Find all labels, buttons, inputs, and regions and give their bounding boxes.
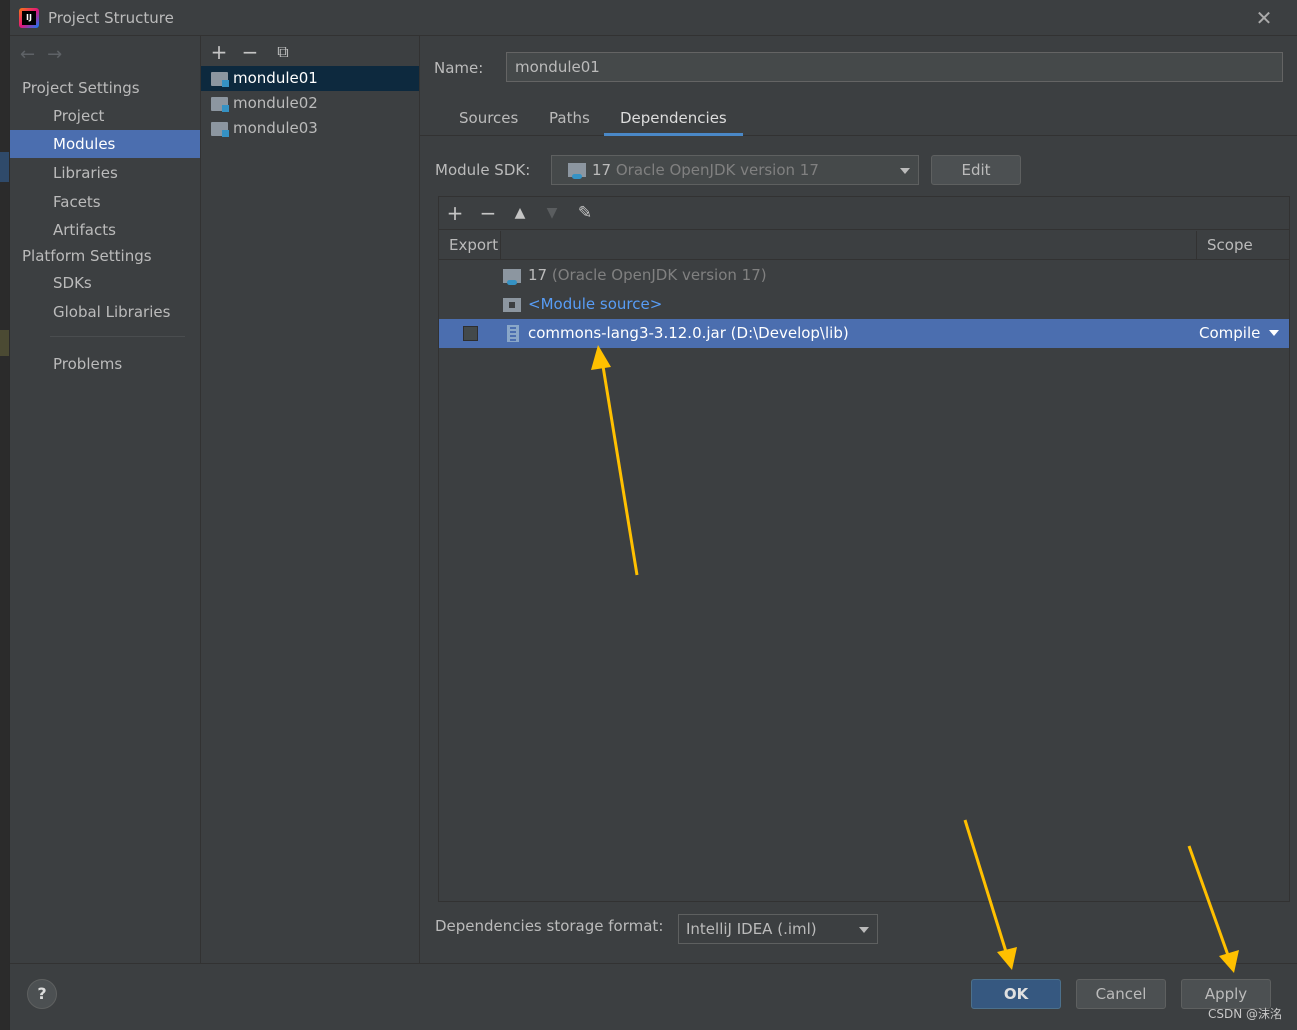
add-dependency-icon[interactable]: +	[443, 201, 467, 225]
module-name-input[interactable]	[506, 52, 1283, 82]
sidebar-divider	[50, 336, 185, 337]
sdk-version: 17	[592, 161, 612, 179]
sidebar-item-problems[interactable]: Problems	[10, 350, 200, 378]
module-source-label: <Module source>	[528, 295, 663, 313]
chevron-down-icon[interactable]	[1269, 330, 1279, 336]
jdk-folder-icon	[568, 163, 586, 179]
jar-library-icon	[507, 325, 519, 342]
dependencies-table: + − ▲ ▼ ✎ Export Scope 17 (Oracle OpenJD…	[438, 196, 1290, 902]
source-folder-icon	[503, 298, 521, 312]
storage-format-value: IntelliJ IDEA (.iml)	[686, 920, 817, 938]
nav-history: ← →	[20, 44, 74, 65]
dialog-button-bar: ? OK Cancel Apply CSDN @沫洺	[10, 963, 1297, 1030]
project-structure-dialog: Project Structure ✕ ←→ Project Settings …	[9, 0, 1297, 1030]
tab-dependencies[interactable]: Dependencies	[604, 100, 743, 136]
move-down-icon: ▼	[546, 205, 558, 221]
module-folder-icon	[211, 122, 229, 137]
storage-format-select[interactable]: IntelliJ IDEA (.iml)	[678, 914, 878, 944]
sidebar-item-sdks[interactable]: SDKs	[10, 269, 200, 297]
sidebar-item-global-libraries[interactable]: Global Libraries	[10, 298, 200, 326]
background-ide-strip	[0, 0, 9, 1030]
close-icon[interactable]: ✕	[1252, 6, 1276, 30]
module-list-panel: + − ⧉ mondule01 mondule02 mondule03	[201, 36, 420, 963]
export-checkbox[interactable]	[463, 326, 478, 341]
module-label: mondule03	[233, 119, 318, 137]
move-up-icon[interactable]: ▲	[508, 201, 532, 225]
dependencies-header: Export Scope	[439, 231, 1289, 260]
remove-dependency-icon[interactable]: −	[476, 201, 500, 225]
storage-format-label: Dependencies storage format:	[435, 917, 664, 935]
jdk-folder-icon	[503, 269, 521, 285]
table-row[interactable]: <Module source>	[439, 290, 1289, 319]
edit-pencil-icon[interactable]: ✎	[573, 201, 597, 225]
module-label: mondule01	[233, 69, 318, 87]
tab-paths[interactable]: Paths	[533, 100, 606, 136]
scope-value[interactable]: Compile	[1199, 319, 1260, 348]
sdk-name: Oracle OpenJDK version 17	[615, 161, 819, 179]
settings-sidebar: ← → Project Settings Project Modules Libr…	[10, 36, 201, 963]
scope-column-header[interactable]: Scope	[1197, 231, 1253, 260]
module-tabs: Sources Paths Dependencies	[420, 100, 1297, 136]
module-item-mondule03[interactable]: mondule03	[201, 116, 419, 141]
sidebar-item-facets[interactable]: Facets	[10, 188, 200, 216]
module-sdk-label: Module SDK:	[435, 161, 531, 179]
background-highlight	[0, 330, 9, 356]
module-label: mondule02	[233, 94, 318, 112]
project-settings-header: Project Settings	[22, 79, 140, 97]
module-detail-panel: Name: Sources Paths Dependencies Module …	[420, 36, 1297, 963]
sidebar-item-project[interactable]: Project	[10, 102, 200, 130]
chevron-down-icon	[859, 927, 869, 933]
export-column-header[interactable]: Export	[439, 231, 498, 260]
back-arrow-icon[interactable]: ←	[20, 44, 35, 65]
module-item-mondule02[interactable]: mondule02	[201, 91, 419, 116]
dependency-name: commons-lang3-3.12.0.jar (D:\Develop\lib…	[528, 324, 849, 342]
edit-sdk-button[interactable]: Edit	[931, 155, 1021, 185]
name-label: Name:	[434, 59, 484, 77]
dependency-name: 17 (Oracle OpenJDK version 17)	[528, 266, 767, 284]
help-icon[interactable]: ?	[27, 979, 57, 1009]
cancel-button[interactable]: Cancel	[1076, 979, 1166, 1009]
chevron-down-icon	[900, 168, 910, 174]
table-row[interactable]: 17 (Oracle OpenJDK version 17)	[439, 261, 1289, 290]
ok-button[interactable]: OK	[971, 979, 1061, 1009]
sidebar-item-libraries[interactable]: Libraries	[10, 159, 200, 187]
module-sdk-select[interactable]: 17 Oracle OpenJDK version 17	[551, 155, 919, 185]
module-folder-icon	[211, 72, 229, 87]
dependencies-toolbar: + − ▲ ▼ ✎	[439, 197, 1289, 230]
forward-arrow-icon[interactable]: →	[47, 44, 62, 65]
column-divider	[500, 231, 501, 260]
remove-icon[interactable]: −	[238, 40, 262, 64]
sidebar-item-modules[interactable]: Modules	[10, 130, 200, 158]
tab-sources[interactable]: Sources	[443, 100, 534, 136]
add-icon[interactable]: +	[207, 40, 231, 64]
title-bar: Project Structure ✕	[10, 0, 1297, 36]
table-row-selected[interactable]: commons-lang3-3.12.0.jar (D:\Develop\lib…	[439, 319, 1289, 348]
background-selection	[0, 152, 9, 182]
module-folder-icon	[211, 97, 229, 112]
platform-settings-header: Platform Settings	[22, 247, 152, 265]
sidebar-item-artifacts[interactable]: Artifacts	[10, 216, 200, 244]
intellij-logo-icon	[19, 8, 39, 28]
copy-icon[interactable]: ⧉	[271, 40, 295, 64]
module-item-mondule01[interactable]: mondule01	[201, 66, 419, 91]
watermark: CSDN @沫洺	[1207, 1007, 1282, 1021]
dialog-title: Project Structure	[48, 9, 174, 27]
